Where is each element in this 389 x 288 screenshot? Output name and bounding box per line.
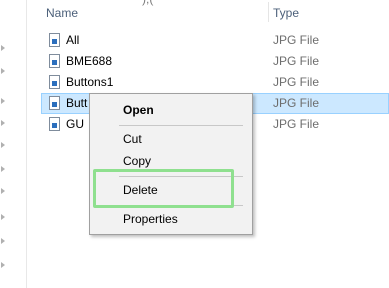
expand-chevron-icon[interactable] — [1, 166, 5, 172]
expand-chevron-icon[interactable] — [1, 188, 5, 194]
menu-item-properties[interactable]: Properties — [90, 208, 252, 230]
file-name: All — [66, 33, 80, 47]
file-row-all[interactable]: All JPG File — [41, 30, 389, 51]
file-name: Buttons1 — [66, 75, 114, 89]
jpg-file-icon — [49, 33, 60, 47]
navigation-pane — [0, 0, 14, 288]
jpg-file-icon — [49, 117, 60, 131]
menu-separator — [119, 205, 243, 206]
expand-chevron-icon[interactable] — [1, 68, 5, 74]
file-name: BME688 — [66, 54, 113, 68]
expand-chevron-icon[interactable] — [1, 262, 5, 268]
menu-item-delete[interactable]: Delete — [90, 179, 252, 201]
menu-item-open[interactable]: Open — [90, 99, 252, 121]
file-type: JPG File — [273, 33, 320, 47]
expand-chevron-icon[interactable] — [1, 238, 5, 244]
expand-chevron-icon[interactable] — [1, 142, 5, 148]
menu-item-cut[interactable]: Cut — [90, 128, 252, 150]
expand-chevron-icon[interactable] — [1, 45, 5, 51]
column-header-type[interactable]: Type — [273, 0, 299, 26]
expand-chevron-icon[interactable] — [1, 98, 5, 104]
menu-separator — [119, 176, 243, 177]
file-type: JPG File — [273, 75, 320, 89]
file-row-buttons1[interactable]: Buttons1 JPG File — [41, 72, 389, 93]
file-type: JPG File — [273, 117, 320, 131]
breadcrumb-fragment: ),( — [142, 0, 153, 6]
column-divider[interactable] — [268, 2, 269, 22]
file-name: Butt — [66, 96, 88, 110]
expand-chevron-icon[interactable] — [1, 120, 5, 126]
file-name: GU — [66, 117, 84, 131]
column-header-name[interactable]: Name — [46, 0, 78, 26]
file-type: JPG File — [273, 54, 320, 68]
menu-separator — [119, 125, 243, 126]
jpg-file-icon — [49, 96, 60, 110]
file-type: JPG File — [273, 96, 320, 110]
pane-divider — [26, 0, 27, 288]
context-menu: Open Cut Copy Delete Properties — [89, 93, 253, 235]
expand-chevron-icon[interactable] — [1, 214, 5, 220]
jpg-file-icon — [49, 75, 60, 89]
jpg-file-icon — [49, 54, 60, 68]
menu-item-copy[interactable]: Copy — [90, 150, 252, 172]
file-row-bme688[interactable]: BME688 JPG File — [41, 51, 389, 72]
